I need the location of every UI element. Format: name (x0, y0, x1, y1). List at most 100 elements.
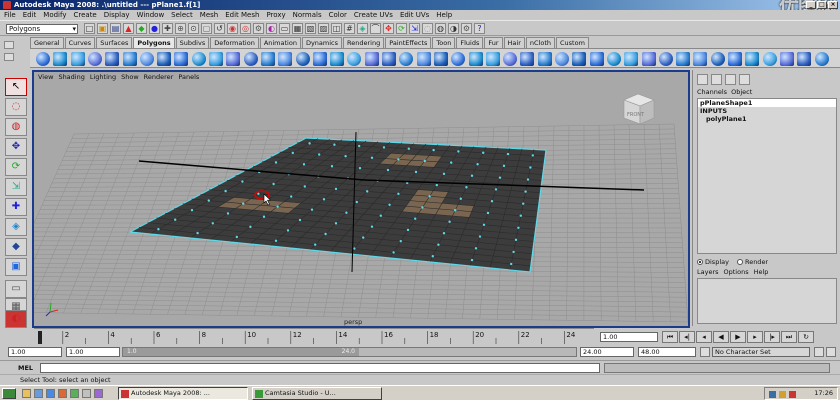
command-input[interactable] (40, 363, 600, 373)
settings-icon[interactable]: ⚙ (461, 23, 472, 34)
select-by-object-icon[interactable]: ◆ (136, 23, 147, 34)
layer-menu-options[interactable]: Options (724, 268, 749, 276)
poly-platonic-icon[interactable] (226, 52, 241, 66)
playback-start-field[interactable]: 1.00 (66, 347, 120, 357)
volume-icon[interactable] (779, 391, 786, 398)
poly-cylinder-icon[interactable] (70, 52, 85, 66)
animation-end-field[interactable]: 48.00 (638, 347, 696, 357)
channel-box-icon[interactable] (697, 74, 708, 85)
loop-icon[interactable]: ↻ (798, 331, 814, 343)
last-used-tool-icon[interactable]: ▣ (5, 258, 27, 276)
input-line-icon[interactable]: ▭ (279, 23, 290, 34)
scale-icon[interactable]: ⇲ (409, 23, 420, 34)
taskbar-item-maya[interactable]: Autodesk Maya 2008: ... (118, 387, 248, 400)
slide-edge-icon[interactable] (641, 52, 656, 66)
layer-editor-icon[interactable] (739, 74, 750, 85)
menu-normals[interactable]: Normals (293, 10, 322, 20)
character-set-menu[interactable]: No Character Set (712, 347, 810, 357)
shelf-options-icon[interactable] (4, 41, 14, 49)
range-slider-handle[interactable]: 1.0 24.0 (123, 348, 359, 356)
poly-prism-icon[interactable] (139, 52, 154, 66)
go-to-end-icon[interactable]: ⏭ (781, 331, 797, 343)
shelf-menu-icon[interactable] (4, 53, 14, 61)
step-forward-icon[interactable]: |▸ (764, 331, 780, 343)
poly-helix-icon[interactable] (191, 52, 206, 66)
poly-plane-icon[interactable] (105, 52, 120, 66)
menu-window[interactable]: Window (137, 10, 165, 20)
sculpt-icon[interactable] (762, 52, 777, 66)
camera-icon[interactable]: ◈ (357, 23, 368, 34)
triangulate-icon[interactable] (710, 52, 725, 66)
menu-proxy[interactable]: Proxy (266, 10, 285, 20)
time-slider[interactable]: 2 4 6 8 10 12 14 16 18 20 22 24 (34, 328, 594, 344)
make-hole-icon[interactable] (382, 52, 396, 66)
reverse-normals-icon[interactable] (814, 52, 829, 66)
menu-modify[interactable]: Modify (43, 10, 66, 20)
insert-edge-loop-icon[interactable] (624, 52, 639, 66)
history-icon[interactable]: ↺ (214, 23, 225, 34)
cb-menu-channels[interactable]: Channels (697, 88, 727, 96)
persp-viewport[interactable]: View Shading Lighting Show Renderer Pane… (32, 70, 690, 328)
hypershade-icon[interactable]: ◐ (266, 23, 277, 34)
attribute-editor-icon[interactable]: ▧ (305, 23, 316, 34)
snap-point-icon[interactable]: ⊙ (188, 23, 199, 34)
render-view-icon[interactable]: ◐ (5, 310, 27, 328)
animation-prefs-icon[interactable] (826, 347, 836, 357)
scale-tool-icon[interactable]: ⇲ (5, 178, 27, 196)
booleans-icon[interactable] (295, 52, 310, 66)
universal-icon[interactable]: ◍ (435, 23, 446, 34)
tab-dynamics[interactable]: Dynamics (301, 37, 343, 48)
input-node-name[interactable]: polyPlane1 (698, 115, 836, 123)
show-hide-icon[interactable]: ◫ (331, 23, 342, 34)
open-scene-icon[interactable]: ▣ (97, 23, 108, 34)
tab-general[interactable]: General (30, 37, 64, 48)
split-polygon-icon[interactable] (416, 52, 431, 66)
extrude-icon[interactable] (433, 52, 448, 66)
tab-fluids[interactable]: Fluids (456, 37, 484, 48)
wedge-icon[interactable] (520, 52, 535, 66)
render-settings-icon[interactable]: ⚙ (253, 23, 264, 34)
quick-launch-ie-icon[interactable] (46, 389, 55, 398)
chamfer-icon[interactable] (555, 52, 569, 66)
grid-toggle-icon[interactable]: # (344, 23, 355, 34)
menu-create[interactable]: Create (73, 10, 96, 20)
tab-subdivs[interactable]: Subdivs (175, 37, 210, 48)
universal-manipulator-icon[interactable]: ✚ (5, 198, 27, 216)
tab-polygons[interactable]: Polygons (133, 37, 175, 48)
tool-settings-icon[interactable]: ▨ (318, 23, 329, 34)
spin-edge-icon[interactable] (676, 52, 691, 66)
render-radio[interactable]: Render (736, 258, 768, 266)
bevel-icon[interactable] (468, 52, 483, 66)
auto-key-icon[interactable] (814, 347, 824, 357)
single-pane-layout-icon[interactable]: ▭ (5, 280, 27, 298)
offset-edge-icon[interactable] (606, 52, 621, 66)
poly-sphere-icon[interactable] (36, 52, 50, 66)
render-icon[interactable]: ◉ (227, 23, 238, 34)
poly-soccer-ball-icon[interactable] (209, 52, 223, 66)
play-backward-icon[interactable]: ◀ (713, 331, 729, 343)
quick-launch-desktop-icon[interactable] (34, 389, 43, 398)
menu-mesh[interactable]: Mesh (200, 10, 218, 20)
ipr-render-icon[interactable]: ◎ (240, 23, 251, 34)
merge-icon[interactable] (485, 52, 500, 66)
move-tool-icon[interactable]: ✥ (5, 138, 27, 156)
character-set-icon[interactable] (700, 347, 710, 357)
tab-painteffects[interactable]: PaintEffects (385, 37, 432, 48)
save-scene-icon[interactable]: ▤ (110, 23, 121, 34)
show-manipulator-icon[interactable]: ◆ (5, 238, 27, 256)
select-by-hierarchy-icon[interactable]: ▲ (123, 23, 134, 34)
poly-torus-icon[interactable] (122, 52, 137, 66)
menu-create-uvs[interactable]: Create UVs (354, 10, 393, 20)
start-button[interactable] (2, 388, 16, 399)
quick-launch-app3-icon[interactable] (82, 389, 91, 398)
keep-faces-icon[interactable] (572, 52, 587, 66)
menu-select[interactable]: Select (171, 10, 193, 20)
command-language-label[interactable]: MEL (18, 363, 33, 373)
go-to-start-icon[interactable]: ⏮ (662, 331, 678, 343)
combine-icon[interactable] (243, 52, 258, 66)
current-frame-field[interactable]: 1.00 (600, 332, 658, 342)
minimize-button[interactable]: _ (806, 1, 816, 9)
maximize-button[interactable]: □ (817, 1, 827, 9)
fill-hole-icon[interactable] (364, 52, 379, 66)
tool-settings-icon[interactable] (725, 74, 736, 85)
